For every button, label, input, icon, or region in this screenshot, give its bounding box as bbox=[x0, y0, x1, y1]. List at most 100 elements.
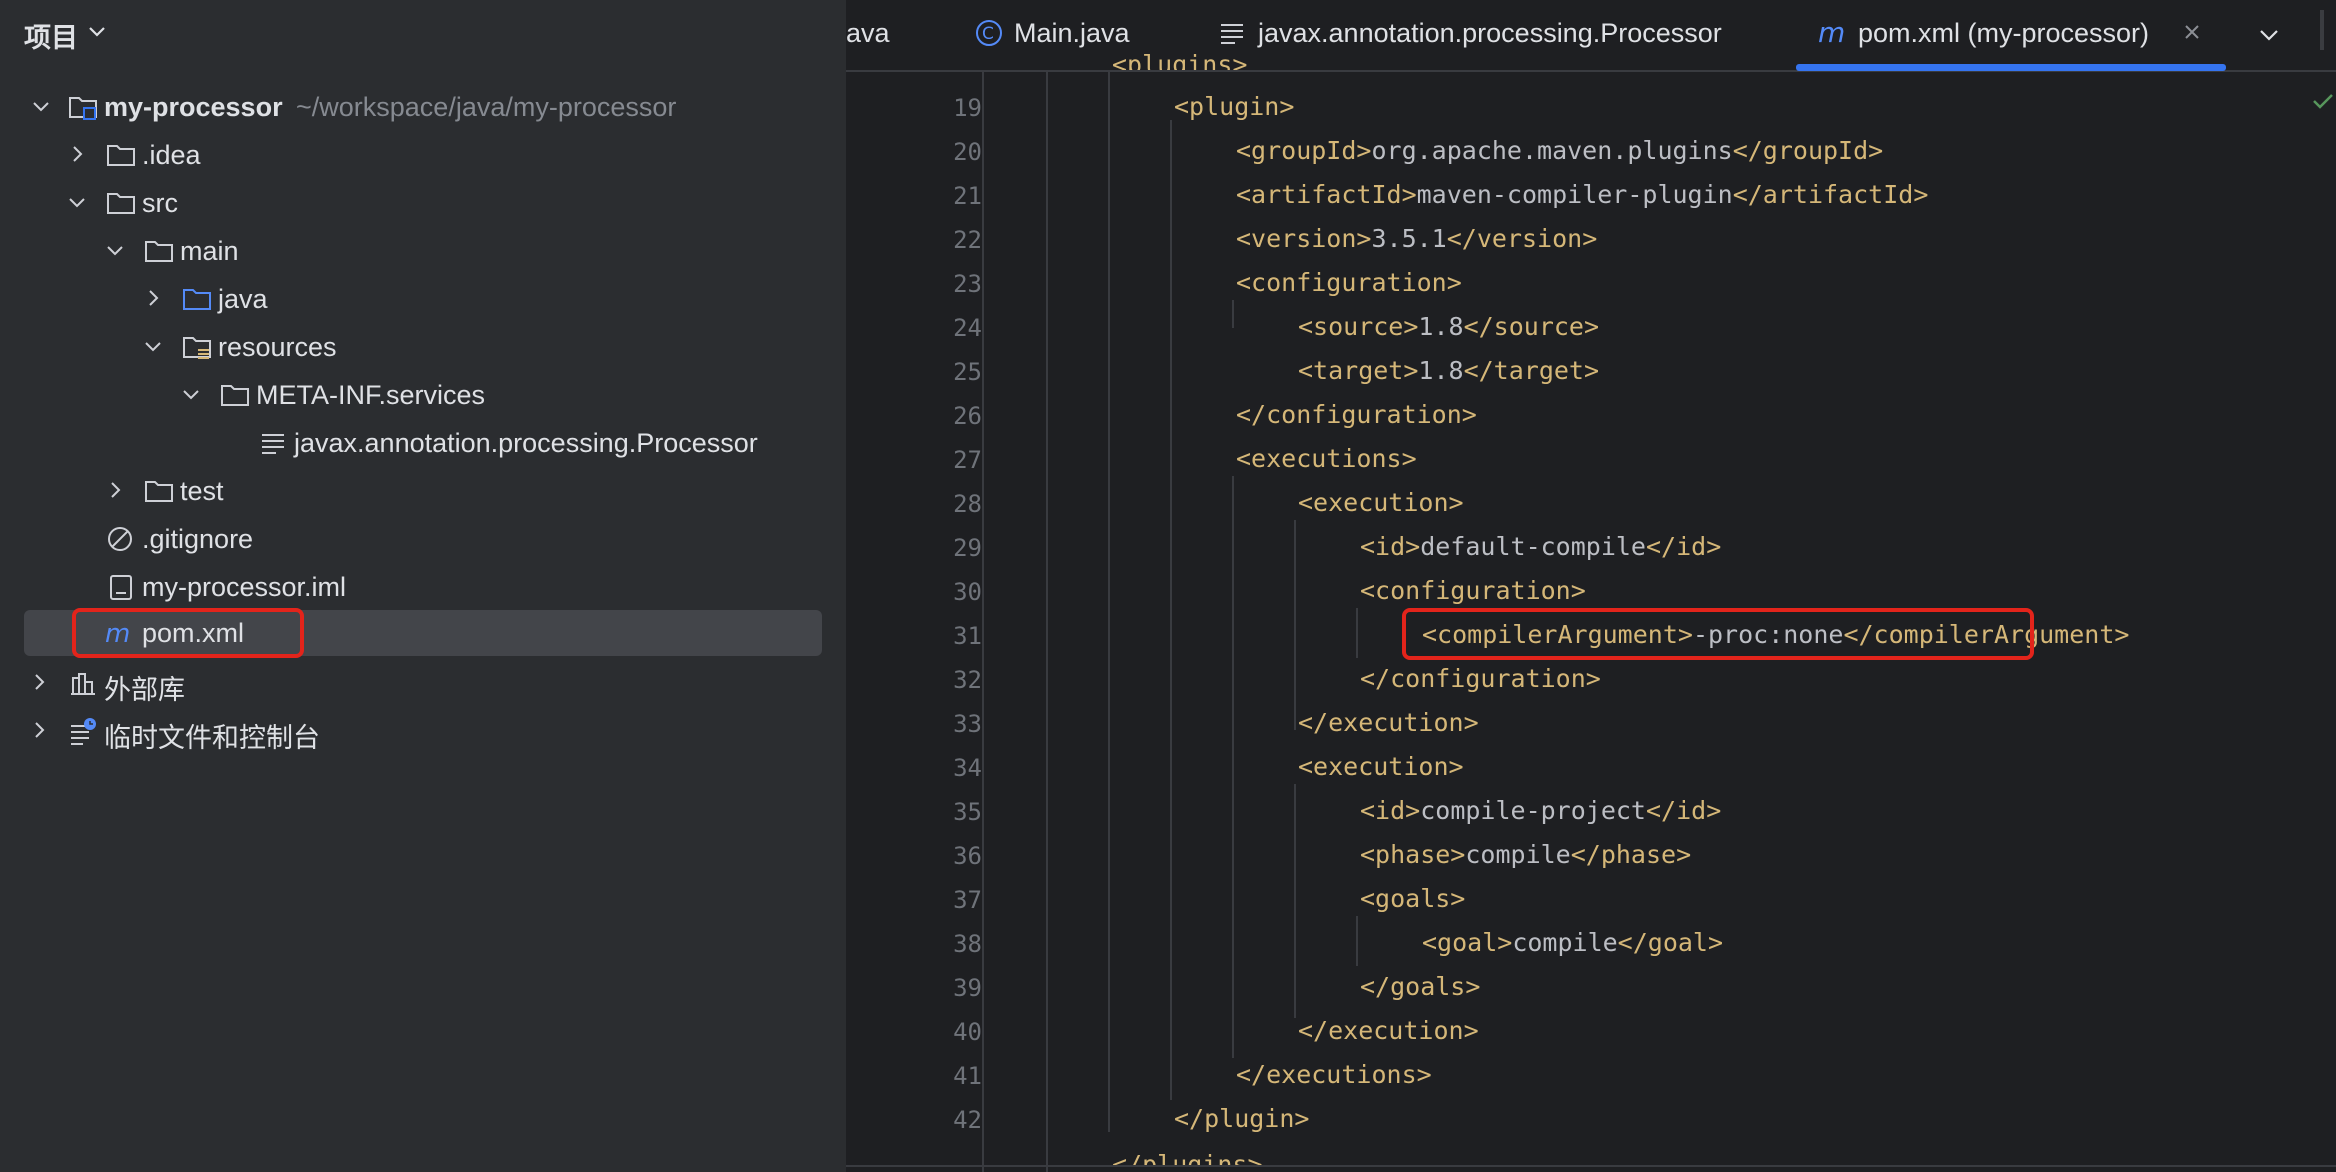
line-number: 19 bbox=[953, 94, 982, 122]
tab-label: Main.java bbox=[1014, 18, 1130, 48]
tree-item-label: resources bbox=[218, 332, 337, 362]
tree-item-gitignore[interactable]: .gitignore bbox=[24, 516, 822, 562]
tree-item-resources[interactable]: resources bbox=[24, 324, 822, 370]
code-line: <execution> bbox=[1298, 752, 1464, 781]
chevron-right-icon[interactable] bbox=[28, 719, 50, 741]
tab-processor-file[interactable]: javax.annotation.processing.Processor bbox=[1218, 0, 1748, 70]
chevron-down-icon[interactable] bbox=[2256, 22, 2282, 48]
chevron-right-icon[interactable] bbox=[28, 671, 50, 693]
tree-item-label: .gitignore bbox=[142, 524, 254, 554]
tree-item-main[interactable]: main bbox=[24, 228, 822, 274]
tree-item-path: ~/workspace/java/my-processor bbox=[296, 92, 677, 122]
close-icon[interactable] bbox=[2182, 22, 2202, 42]
indent-guide bbox=[1108, 72, 1110, 1132]
tree-item-external-libraries[interactable]: 外部库 bbox=[24, 660, 822, 706]
code-line: <goals> bbox=[1360, 884, 1466, 913]
tree-item-label: .idea bbox=[142, 140, 201, 170]
chevron-down-icon[interactable] bbox=[180, 383, 202, 405]
code-line: </configuration> bbox=[1236, 400, 1477, 429]
tree-item-label: test bbox=[180, 476, 224, 506]
code-line: <executions> bbox=[1236, 444, 1417, 473]
chevron-right-icon[interactable] bbox=[104, 479, 126, 501]
iml-file-icon bbox=[110, 575, 132, 600]
code-line: </configuration> bbox=[1360, 664, 1601, 693]
editor: ava C Main.java javax.annotation.process… bbox=[846, 0, 2336, 1172]
chevron-right-icon[interactable] bbox=[66, 143, 88, 165]
tree-item-src[interactable]: src bbox=[24, 180, 822, 226]
code-line: <configuration> bbox=[1360, 576, 1586, 605]
tree-item-processor-file[interactable]: javax.annotation.processing.Processor bbox=[24, 420, 822, 466]
tree-item-my-processor[interactable]: my-processor ~/workspace/java/my-process… bbox=[24, 84, 822, 130]
line-number: 38 bbox=[953, 930, 982, 958]
chevron-down-icon[interactable] bbox=[104, 239, 126, 261]
code-line: <target>1.8</target> bbox=[1298, 356, 1600, 385]
tree-item-label: 临时文件和控制台 bbox=[104, 723, 320, 753]
tree-item-label: java bbox=[218, 284, 268, 314]
code-line: <id>compile-project</id> bbox=[1360, 796, 1722, 825]
chevron-down-icon[interactable] bbox=[142, 335, 164, 357]
chevron-down-icon[interactable] bbox=[86, 20, 108, 42]
line-number: 23 bbox=[953, 270, 982, 298]
bottom-divider bbox=[846, 1165, 2336, 1167]
code-line: <source>1.8</source> bbox=[1298, 312, 1600, 341]
indent-guide bbox=[1232, 300, 1234, 328]
tab-bar: ava C Main.java javax.annotation.process… bbox=[846, 0, 2336, 72]
line-number: 30 bbox=[953, 578, 982, 606]
line-number: 24 bbox=[953, 314, 982, 342]
code-line: </plugin> bbox=[1174, 1104, 1310, 1133]
source-folder-icon bbox=[183, 289, 211, 310]
line-number: 35 bbox=[953, 798, 982, 826]
tab-label: javax.annotation.processing.Processor bbox=[1258, 18, 1722, 48]
tree-item-label: main bbox=[180, 236, 239, 266]
line-number: 21 bbox=[953, 182, 982, 210]
tab-label: ava bbox=[846, 18, 890, 48]
tree-item-scratches[interactable]: 临时文件和控制台 bbox=[24, 708, 822, 754]
code-line: </execution> bbox=[1298, 1016, 1479, 1045]
panel-header: 项目 bbox=[0, 0, 846, 64]
code-line: </executions> bbox=[1236, 1060, 1432, 1089]
tab-pom-xml[interactable]: m pom.xml (my-processor) bbox=[1818, 0, 2248, 70]
code-line-partial-top: <plugins> bbox=[1112, 50, 1248, 70]
svg-text:m: m bbox=[1818, 18, 1845, 49]
tree-item-idea[interactable]: .idea bbox=[24, 132, 822, 178]
line-number: 41 bbox=[953, 1062, 982, 1090]
tree-item-test[interactable]: test bbox=[24, 468, 822, 514]
tree-item-iml[interactable]: my-processor.iml bbox=[24, 564, 822, 610]
tab-label: pom.xml (my-processor) bbox=[1858, 18, 2150, 48]
chevron-down-icon[interactable] bbox=[30, 95, 52, 117]
tree-item-label: javax.annotation.processing.Processor bbox=[294, 428, 758, 458]
line-number: 37 bbox=[953, 886, 982, 914]
folder-icon bbox=[221, 385, 249, 406]
line-number: 26 bbox=[953, 402, 982, 430]
folder-icon bbox=[107, 145, 135, 166]
line-number: 31 bbox=[953, 622, 982, 650]
tree-item-label: my-processor bbox=[104, 92, 283, 122]
folder-icon bbox=[107, 193, 135, 214]
code-line: <configuration> bbox=[1236, 268, 1462, 297]
line-number: 25 bbox=[953, 358, 982, 386]
text-file-icon bbox=[262, 434, 284, 454]
line-number: 27 bbox=[953, 446, 982, 474]
code-line: <groupId>org.apache.maven.plugins</group… bbox=[1236, 136, 1884, 165]
tree-item-meta-inf-services[interactable]: META-INF.services bbox=[24, 372, 822, 418]
line-number: 34 bbox=[953, 754, 982, 782]
chevron-down-icon[interactable] bbox=[66, 191, 88, 213]
code-line-partial-bottom: </plugins> bbox=[1112, 1150, 1263, 1165]
code-line: </execution> bbox=[1298, 708, 1479, 737]
code-line: <id>default-compile</id> bbox=[1360, 532, 1722, 561]
chevron-right-icon[interactable] bbox=[142, 287, 164, 309]
code-line: <version>3.5.1</version> bbox=[1236, 224, 1598, 253]
indent-guide bbox=[1046, 72, 1048, 1172]
check-icon bbox=[2313, 94, 2333, 109]
line-number: 36 bbox=[953, 842, 982, 870]
tab-java-truncated[interactable]: ava bbox=[846, 0, 906, 70]
tab-overflow-edge bbox=[2320, 10, 2326, 50]
project-panel: 项目 my-processor ~/workspace/java/my-proc… bbox=[0, 0, 846, 1172]
module-folder-icon bbox=[69, 97, 97, 120]
tree-item-java[interactable]: java bbox=[24, 276, 822, 322]
line-number: 28 bbox=[953, 490, 982, 518]
ignored-file-icon bbox=[108, 527, 132, 551]
panel-title[interactable]: 项目 bbox=[24, 16, 78, 55]
indent-guide bbox=[1356, 608, 1358, 658]
tree-item-label: src bbox=[142, 188, 178, 218]
